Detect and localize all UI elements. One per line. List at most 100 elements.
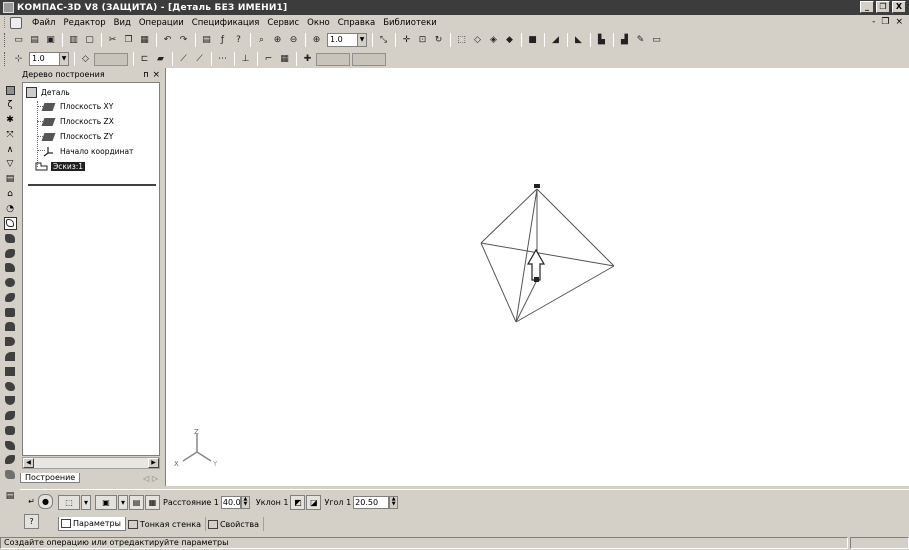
extrude-icon[interactable] [4, 232, 17, 245]
menu-window[interactable]: Окно [303, 18, 334, 28]
tool-filter-icon[interactable]: ▽ [4, 158, 17, 171]
doc-minimize-button[interactable]: - [872, 17, 875, 27]
fit-all-icon[interactable]: ⊡ [415, 33, 430, 48]
chevron-down-icon[interactable]: ▾ [81, 495, 91, 510]
new-file-icon[interactable]: ▭ [11, 33, 26, 48]
reverse-icon[interactable]: ▦ [145, 495, 160, 510]
library-icon[interactable]: ▙ [594, 33, 609, 48]
cursor-coords-icon[interactable]: ✚ [300, 52, 315, 67]
help-pointer-icon[interactable]: ? [231, 33, 246, 48]
menu-operations[interactable]: Операции [135, 18, 188, 28]
preview-icon[interactable]: ▢ [82, 33, 97, 48]
menu-specification[interactable]: Спецификация [188, 18, 264, 28]
cut-revolve-icon[interactable] [4, 306, 17, 319]
layer-select[interactable] [94, 52, 128, 66]
cut-icon[interactable]: ✂ [105, 33, 120, 48]
mirror-icon[interactable] [4, 454, 17, 467]
scroll-right-icon[interactable]: ▶ [148, 458, 159, 468]
pin-icon[interactable]: ᴨ [143, 70, 148, 80]
round-icon[interactable]: ⌐ [261, 52, 276, 67]
tool-report-icon[interactable]: ⌂ [4, 187, 17, 200]
fillet-icon[interactable] [4, 350, 17, 363]
pan-icon[interactable]: ✛ [399, 33, 414, 48]
loft-icon[interactable] [4, 261, 17, 274]
menu-editor[interactable]: Редактор [59, 18, 109, 28]
tree-horizontal-scrollbar[interactable]: ◀ ▶ [22, 457, 160, 469]
variables-icon[interactable]: ▟ [617, 33, 632, 48]
slope-out-icon[interactable]: ◪ [306, 495, 322, 510]
chevron-down-icon[interactable]: ▾ [118, 495, 128, 510]
cursor-x-field[interactable] [316, 52, 350, 66]
step-icon[interactable]: ⊹ [11, 52, 26, 67]
orientation-icon[interactable]: ⤡ [376, 33, 391, 48]
draft-icon[interactable] [4, 409, 17, 422]
document-icon[interactable] [10, 16, 22, 29]
zoom-in-icon[interactable]: ⊕ [270, 33, 285, 48]
layer-icon[interactable]: ◇ [78, 52, 93, 67]
cut-sweep-icon[interactable] [4, 335, 17, 348]
slope-in-icon[interactable]: ◩ [290, 495, 306, 510]
stop-icon[interactable]: ● [38, 494, 53, 509]
direction-icon[interactable]: ⬚ [58, 495, 80, 510]
chevron-down-icon[interactable]: ▼ [357, 34, 366, 46]
doc-restore-button[interactable]: ❐ [881, 17, 889, 27]
help-icon[interactable]: ? [24, 514, 39, 529]
minimize-button[interactable]: _ [860, 1, 874, 13]
local-cs-icon[interactable]: ⊏ [137, 52, 152, 67]
extrude-type-icon[interactable]: ▣ [95, 495, 117, 510]
save-icon[interactable]: ▣ [43, 33, 58, 48]
ortho-icon[interactable]: ⊥ [238, 52, 253, 67]
cut-loft-icon[interactable] [4, 321, 17, 334]
zoom-scale-select[interactable]: 1.0 ▼ [327, 33, 367, 47]
scroll-left-icon[interactable]: ◀ [23, 458, 34, 468]
hidden-lines-icon[interactable]: ◇ [470, 33, 485, 48]
hole-icon[interactable] [4, 424, 17, 437]
cut-extrude-icon[interactable] [4, 291, 17, 304]
doc-close-button[interactable]: × [895, 17, 903, 27]
menu-view[interactable]: Вид [110, 18, 135, 28]
sweep-icon[interactable] [4, 276, 17, 289]
tool-part-icon[interactable] [3, 217, 17, 230]
close-button[interactable]: X [892, 1, 906, 13]
rotate-icon[interactable]: ↻ [431, 33, 446, 48]
menu-file[interactable]: Файл [28, 18, 59, 28]
snap-icon[interactable]: ⟋ [176, 52, 191, 67]
section-icon[interactable]: ◣ [571, 33, 586, 48]
menu-libraries[interactable]: Библиотеки [379, 18, 441, 28]
menu-grip[interactable] [4, 17, 7, 28]
tree-item-sketch[interactable]: Эскиз:1 [35, 161, 86, 171]
snap-options-icon[interactable]: ⟋ [192, 52, 207, 67]
apex-marker[interactable] [534, 184, 540, 188]
spec-object-icon[interactable]: ▤ [4, 489, 17, 502]
copy-icon[interactable]: ❐ [121, 33, 136, 48]
tab-construction[interactable]: Построение [20, 473, 81, 483]
paste-icon[interactable]: ▦ [137, 33, 152, 48]
halftone-icon[interactable]: ◆ [502, 33, 517, 48]
perspective-icon[interactable]: ◢ [548, 33, 563, 48]
properties-icon[interactable]: ▭ [649, 33, 664, 48]
tab-properties[interactable]: Свойства [206, 517, 265, 531]
plane-icon[interactable]: ▰ [153, 52, 168, 67]
tool-geometry-icon[interactable] [4, 84, 17, 97]
tree-item-part[interactable]: Деталь [26, 87, 70, 98]
distance-input[interactable]: 40.0 [220, 496, 241, 509]
tool-dimension-icon[interactable]: ⤧ [4, 128, 17, 141]
zoom-window-icon[interactable]: ⌕ [254, 33, 269, 48]
rib-icon[interactable] [4, 394, 17, 407]
tree-item-plane-zy[interactable]: Плоскость ZY [41, 132, 113, 141]
tool-measure-icon[interactable]: ∧ [4, 143, 17, 156]
manager-icon[interactable]: ▤ [199, 33, 214, 48]
chevron-down-icon[interactable]: ▼ [59, 53, 68, 65]
distance-spinner[interactable]: ▲ ▼ [240, 496, 250, 509]
tool-symbols-icon[interactable]: ✱ [4, 114, 17, 127]
menu-service[interactable]: Сервис [263, 18, 303, 28]
tab-parameters[interactable]: Параметры [58, 517, 126, 531]
tool-spec-icon[interactable]: ▤ [4, 173, 17, 186]
tab-thin-wall[interactable]: Тонкая стенка [126, 517, 206, 531]
cursor-step-select[interactable]: 1.0 ▼ [29, 52, 69, 66]
toolbar-grip[interactable] [4, 33, 8, 47]
tree-item-plane-zx[interactable]: Плоскость ZX [41, 117, 114, 126]
close-icon[interactable]: × [152, 70, 160, 80]
menu-help[interactable]: Справка [334, 18, 379, 28]
chamfer-icon[interactable] [4, 365, 17, 378]
